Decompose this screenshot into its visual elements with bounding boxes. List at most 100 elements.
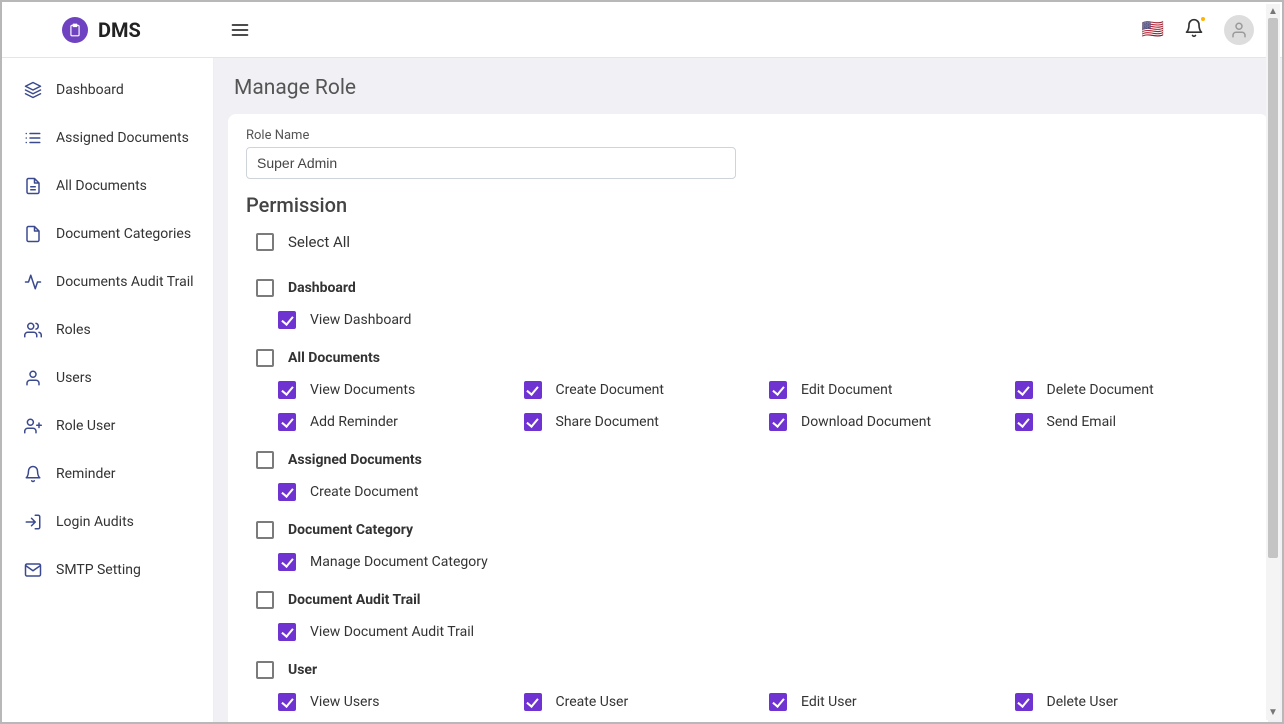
scroll-thumb[interactable] xyxy=(1268,18,1278,558)
group-checkbox[interactable] xyxy=(256,349,274,367)
sidebar-item-reminder[interactable]: Reminder xyxy=(2,450,213,498)
brand: DMS xyxy=(2,17,220,43)
perm-label: Delete User xyxy=(1047,694,1118,710)
perm-checkbox[interactable] xyxy=(278,311,296,329)
role-name-label: Role Name xyxy=(246,128,1250,143)
menu-icon xyxy=(230,20,250,40)
perm-item: Create Document xyxy=(524,381,760,399)
sidebar-item-label: Documents Audit Trail xyxy=(56,274,194,290)
perm-checkbox[interactable] xyxy=(524,693,542,711)
perm-item: Create User xyxy=(524,693,760,711)
perm-checkbox[interactable] xyxy=(278,413,296,431)
role-name-input[interactable] xyxy=(246,147,736,179)
user-avatar-button[interactable] xyxy=(1224,15,1254,45)
mail-icon xyxy=(24,561,42,579)
sidebar-item-assigned-documents[interactable]: Assigned Documents xyxy=(2,114,213,162)
sidebar: DashboardAssigned Documents All Documents… xyxy=(2,58,214,722)
perm-checkbox[interactable] xyxy=(769,693,787,711)
perm-group-document-audit-trail: Document Audit Trail View Document Audit … xyxy=(246,585,1250,649)
sidebar-item-role-user[interactable]: Role User xyxy=(2,402,213,450)
perm-checkbox[interactable] xyxy=(769,413,787,431)
app-header: DMS 🇺🇸 xyxy=(2,2,1282,58)
sidebar-item-smtp-setting[interactable]: SMTP Setting xyxy=(2,546,213,594)
perm-checkbox[interactable] xyxy=(1015,693,1033,711)
perm-item: Create Document xyxy=(278,483,514,501)
sidebar-item-roles[interactable]: Roles xyxy=(2,306,213,354)
perm-checkbox[interactable] xyxy=(524,413,542,431)
perm-group-assigned-documents: Assigned Documents Create Document xyxy=(246,445,1250,509)
sidebar-item-label: All Documents xyxy=(56,178,147,194)
perm-checkbox[interactable] xyxy=(769,381,787,399)
sidebar-item-dashboard[interactable]: Dashboard xyxy=(2,66,213,114)
brand-title: DMS xyxy=(98,18,141,42)
perm-group-all-documents: All DocumentsView DocumentsCreate Docume… xyxy=(246,343,1250,439)
group-label: Document Audit Trail xyxy=(288,592,421,608)
perm-checkbox[interactable] xyxy=(278,483,296,501)
notifications-button[interactable] xyxy=(1184,18,1204,42)
sidebar-item-documents-audit-trail[interactable]: Documents Audit Trail xyxy=(2,258,213,306)
scroll-up-arrow[interactable]: ▲ xyxy=(1268,4,1278,19)
perm-group-dashboard: DashboardView Dashboard xyxy=(246,273,1250,337)
group-checkbox[interactable] xyxy=(256,661,274,679)
group-checkbox[interactable] xyxy=(256,521,274,539)
perm-item: View Users xyxy=(278,693,514,711)
perm-label: Send Email xyxy=(1047,414,1117,430)
perm-group-user: User View Users Create User Edit User Delete… xyxy=(246,655,1250,722)
header-actions: 🇺🇸 xyxy=(1142,15,1264,45)
sidebar-item-label: Users xyxy=(56,370,92,386)
perm-label: Add Reminder xyxy=(310,414,398,430)
brand-logo-icon xyxy=(62,17,88,43)
perm-item: Add Reminder xyxy=(278,413,514,431)
perm-label: Create Document xyxy=(556,382,664,398)
perm-item: Delete User xyxy=(1015,693,1251,711)
user-assign-icon xyxy=(24,417,42,435)
group-checkbox[interactable] xyxy=(256,279,274,297)
perm-item: Edit User xyxy=(769,693,1005,711)
sidebar-item-users[interactable]: Users xyxy=(2,354,213,402)
language-flag-button[interactable]: 🇺🇸 xyxy=(1142,21,1164,39)
page-title: Manage Role xyxy=(234,76,1268,100)
perm-checkbox[interactable] xyxy=(1015,381,1033,399)
perm-checkbox[interactable] xyxy=(278,693,296,711)
perm-label: Create Document xyxy=(310,484,418,500)
group-checkbox[interactable] xyxy=(256,591,274,609)
notification-dot xyxy=(1200,16,1206,22)
perm-item: Delete Document xyxy=(1015,381,1251,399)
list-icon xyxy=(24,129,42,147)
group-label: User xyxy=(288,662,317,678)
perm-item: View Document Audit Trail xyxy=(278,623,514,641)
page-scrollbar[interactable]: ▲ ▼ xyxy=(1266,4,1280,720)
perm-checkbox[interactable] xyxy=(278,381,296,399)
activity-icon xyxy=(24,273,42,291)
select-all-checkbox[interactable] xyxy=(256,233,274,251)
sidebar-item-login-audits[interactable]: Login Audits xyxy=(2,498,213,546)
sidebar-item-label: Document Categories xyxy=(56,226,191,242)
perm-label: Share Document xyxy=(556,414,659,430)
perm-item: Manage Document Category xyxy=(278,553,514,571)
perm-checkbox[interactable] xyxy=(278,553,296,571)
perm-checkbox[interactable] xyxy=(1015,413,1033,431)
perm-label: Create User xyxy=(556,694,629,710)
sidebar-item-label: Role User xyxy=(56,418,115,434)
perm-checkbox[interactable] xyxy=(524,381,542,399)
group-label: Assigned Documents xyxy=(288,452,422,468)
perm-checkbox[interactable] xyxy=(278,623,296,641)
perm-label: Download Document xyxy=(801,414,931,430)
menu-toggle-button[interactable] xyxy=(220,10,260,50)
perm-group-document-category: Document Category Manage Document Categor… xyxy=(246,515,1250,579)
main-content: Manage Role Role Name Permission Select … xyxy=(214,58,1282,722)
sidebar-item-all-documents[interactable]: All Documents xyxy=(2,162,213,210)
sidebar-item-label: Roles xyxy=(56,322,91,338)
perm-label: Edit User xyxy=(801,694,857,710)
perm-item: Edit Document xyxy=(769,381,1005,399)
group-checkbox[interactable] xyxy=(256,451,274,469)
perm-label: Delete Document xyxy=(1047,382,1154,398)
sidebar-item-label: Reminder xyxy=(56,466,116,482)
scroll-down-arrow[interactable]: ▼ xyxy=(1268,705,1278,720)
perm-item: Send Email xyxy=(1015,413,1251,431)
sidebar-item-document-categories[interactable]: Document Categories xyxy=(2,210,213,258)
group-label: Document Category xyxy=(288,522,413,538)
file-blank-icon xyxy=(24,225,42,243)
sidebar-item-label: SMTP Setting xyxy=(56,562,141,578)
perm-label: View Documents xyxy=(310,382,415,398)
